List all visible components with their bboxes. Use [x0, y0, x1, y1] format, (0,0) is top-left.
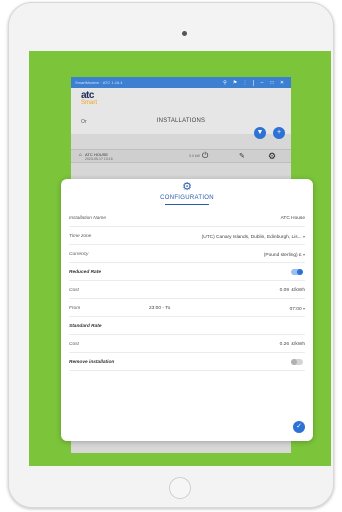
reduced-rate-label: Reduced Rate	[69, 270, 101, 275]
minimize-icon[interactable]: –	[257, 80, 267, 86]
maximize-icon[interactable]: □	[267, 80, 277, 86]
timezone-label: Time zone	[69, 234, 92, 239]
reduced-cost-unit: £/kWh	[291, 288, 305, 293]
currency-select[interactable]: (Pound sterling) £ ▾	[264, 252, 305, 258]
toggle-knob	[297, 269, 303, 275]
remove-installation-label: Remove installation	[69, 360, 115, 365]
dialog-title: CONFIGURATION	[160, 195, 214, 201]
tablet-frame: SmartModern · ATC 1.16.4 ⚲ ⚑ ⋮ – □ ✕ atc…	[8, 2, 334, 508]
standard-rate-label: Standard Rate	[69, 324, 102, 329]
configuration-dialog: ⚙ CONFIGURATION Installation Name ATC Ho…	[61, 179, 313, 441]
standard-cost-field[interactable]: 0.26	[280, 342, 289, 347]
installation-name-field[interactable]: ATC House	[281, 216, 305, 221]
chevron-down-icon: ▾	[302, 234, 305, 239]
reduced-cost-label: Cost	[69, 288, 79, 293]
atc-logo: atc Smart	[81, 90, 98, 107]
from-row[interactable]: From 23:00 - To 07:00 ▾	[69, 299, 305, 317]
more-icon[interactable]: ⋮	[240, 80, 250, 86]
page-title: INSTALLATIONS	[156, 118, 206, 124]
toggle-knob	[291, 359, 297, 365]
home-button[interactable]	[169, 477, 191, 499]
remove-installation-row[interactable]: Remove installation	[69, 353, 305, 371]
close-icon[interactable]: ✕	[277, 80, 287, 86]
camera-icon	[182, 31, 187, 36]
reduced-cost-row[interactable]: Cost 0.09 £/kWh	[69, 281, 305, 299]
currency-label: Currency	[69, 252, 89, 257]
chevron-down-icon: ▾	[302, 306, 305, 311]
notification-icon[interactable]: ⚑	[230, 80, 240, 86]
timezone-row[interactable]: Time zone (UTC) Canary Islands, Dublin, …	[69, 227, 305, 245]
reduced-cost-field[interactable]: 0.09	[280, 288, 289, 293]
installation-row[interactable]: ⌂ ATC HOUSE 2023-05-17 13:16 0.0 kW ⏻ ✎ …	[71, 149, 291, 163]
window-titlebar: SmartModern · ATC 1.16.4 ⚲ ⚑ ⋮ – □ ✕	[71, 77, 291, 88]
filter-icon: ▼	[256, 129, 264, 136]
tablet-screen: SmartModern · ATC 1.16.4 ⚲ ⚑ ⋮ – □ ✕ atc…	[29, 51, 331, 466]
standard-cost-unit: £/kWh	[291, 342, 305, 347]
currency-row[interactable]: Currency (Pound sterling) £ ▾	[69, 245, 305, 263]
power-icon[interactable]: ⏻	[202, 151, 208, 161]
to-select[interactable]: 07:00 ▾	[290, 306, 305, 312]
standard-cost-row[interactable]: Cost 0.26 £/kWh	[69, 335, 305, 353]
plus-icon: +	[276, 129, 282, 136]
from-select[interactable]: 23:00 - To	[149, 306, 170, 311]
standard-rate-row: Standard Rate	[69, 317, 305, 335]
gear-icon[interactable]: ⚙	[268, 151, 276, 161]
filter-button[interactable]: ▼	[254, 127, 266, 139]
from-label: From	[69, 306, 81, 311]
gear-icon: ⚙	[182, 181, 192, 193]
title-underline	[165, 204, 209, 205]
installation-name-label: Installation Name	[69, 216, 107, 221]
home-icon: ⌂	[79, 152, 83, 158]
confirm-button[interactable]: ✓	[293, 421, 305, 433]
standard-cost-label: Cost	[69, 342, 79, 347]
search-icon[interactable]: ⚲	[220, 80, 230, 86]
reduced-rate-row[interactable]: Reduced Rate	[69, 263, 305, 281]
check-icon: ✓	[296, 423, 302, 430]
chevron-down-icon: ▾	[302, 252, 305, 257]
edit-icon[interactable]: ✎	[239, 152, 245, 161]
reduced-rate-toggle[interactable]	[291, 269, 303, 275]
add-installation-button[interactable]: +	[273, 127, 285, 139]
window-title: SmartModern · ATC 1.16.4	[75, 80, 123, 85]
remove-installation-toggle[interactable]	[291, 359, 303, 365]
power-status: 0.0 kW	[189, 154, 200, 158]
timezone-select[interactable]: (UTC) Canary Islands, Dublin, Edinburgh,…	[202, 234, 305, 240]
installation-name-row[interactable]: Installation Name ATC House	[69, 209, 305, 227]
titlebar-divider	[253, 79, 254, 86]
installation-date: 2023-05-17 13:16	[85, 157, 113, 161]
